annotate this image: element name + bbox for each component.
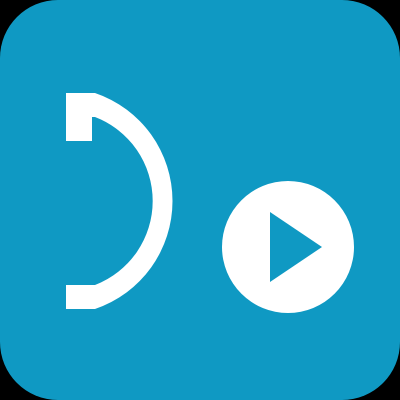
app-icon[interactable] — [0, 0, 400, 400]
app-icon-graphic — [0, 0, 400, 400]
icon-background — [0, 0, 400, 400]
